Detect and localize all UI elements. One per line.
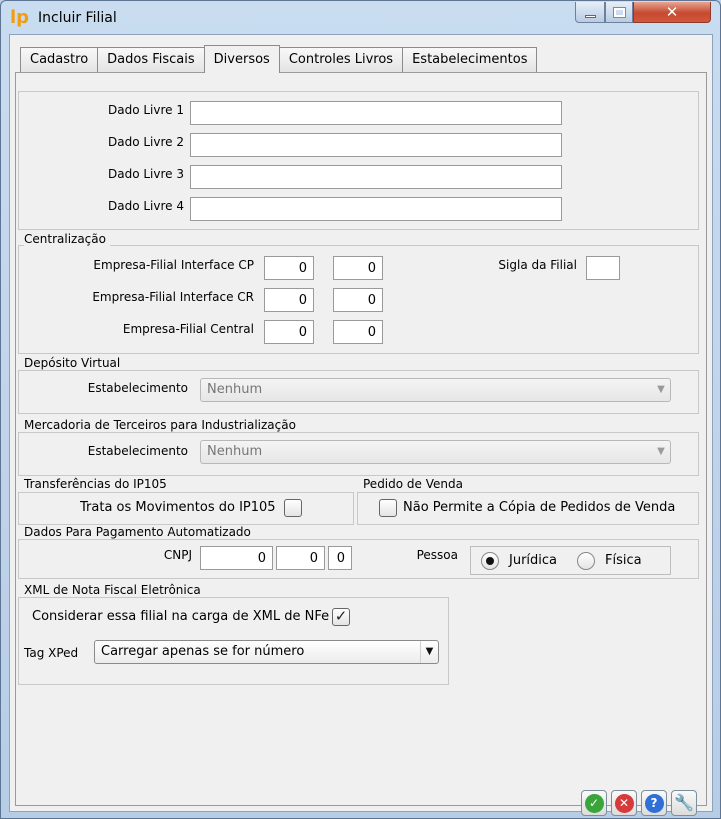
- dado-livre-1-label: Dado Livre 1: [108, 103, 184, 117]
- mercadoria-estabelecimento-select[interactable]: Nenhum ▼: [200, 440, 671, 464]
- mercadoria-estabelecimento-value: Nenhum: [207, 444, 263, 459]
- cancel-icon: ✕: [614, 793, 634, 813]
- close-icon: ✕: [665, 3, 679, 21]
- cnpj-label: CNPJ: [163, 548, 192, 562]
- deposito-estabelecimento-value: Nenhum: [207, 382, 263, 397]
- dado-livre-2-input[interactable]: [190, 133, 562, 157]
- close-button[interactable]: ✕: [633, 2, 711, 23]
- deposito-virtual-legend: Depósito Virtual: [24, 356, 125, 370]
- central-label: Empresa-Filial Central: [122, 322, 254, 336]
- tab-diversos[interactable]: Diversos: [203, 45, 280, 73]
- title-bar[interactable]: lp Incluir Filial ✕: [1, 1, 720, 35]
- pagamento-legend: Dados Para Pagamento Automatizado: [24, 525, 255, 539]
- check-icon: ✓: [584, 793, 604, 813]
- help-icon: ?: [644, 793, 664, 813]
- minimize-icon: [584, 14, 596, 18]
- fisica-radio[interactable]: [577, 552, 595, 570]
- centralizacao-legend: Centralização: [24, 232, 110, 246]
- check-icon: ✓: [334, 607, 348, 625]
- central-empresa-input[interactable]: [264, 320, 314, 344]
- tab-cadastro[interactable]: Cadastro: [20, 47, 99, 73]
- maximize-icon: [612, 6, 626, 18]
- window-title: Incluir Filial: [38, 10, 117, 26]
- help-button[interactable]: ?: [641, 790, 667, 816]
- app-logo-icon: lp: [10, 7, 30, 28]
- cp-filial-input[interactable]: [333, 256, 383, 280]
- cr-empresa-input[interactable]: [264, 288, 314, 312]
- considerar-filial-label: Considerar essa filial na carga de XML d…: [32, 609, 330, 624]
- central-filial-input[interactable]: [333, 320, 383, 344]
- pessoa-label: Pessoa: [416, 548, 458, 562]
- cp-empresa-input[interactable]: [264, 256, 314, 280]
- tag-xped-select[interactable]: Carregar apenas se for número ▼: [94, 640, 439, 664]
- cr-filial-input[interactable]: [333, 288, 383, 312]
- sigla-filial-label: Sigla da Filial: [498, 258, 577, 272]
- dado-livre-3-input[interactable]: [190, 165, 562, 189]
- tools-button[interactable]: 🔧: [671, 790, 697, 816]
- trata-movimentos-checkbox[interactable]: [284, 499, 302, 517]
- cp-label: Empresa-Filial Interface CP: [93, 258, 254, 272]
- deposito-estabelecimento-select[interactable]: Nenhum ▼: [200, 378, 671, 402]
- nao-permite-copia-label: Não Permite a Cópia de Pedidos de Venda: [403, 500, 676, 515]
- minimize-button[interactable]: [575, 2, 605, 23]
- maximize-button[interactable]: [605, 2, 633, 23]
- cancel-button[interactable]: ✕: [611, 790, 637, 816]
- confirm-button[interactable]: ✓: [581, 790, 607, 816]
- tab-dados-fiscais[interactable]: Dados Fiscais: [97, 47, 205, 73]
- dado-livre-1-input[interactable]: [190, 101, 562, 125]
- tab-strip: Cadastro Dados Fiscais Diversos Controle…: [20, 45, 538, 73]
- juridica-label: Jurídica: [509, 553, 558, 568]
- dialog-client-area: Cadastro Dados Fiscais Diversos Controle…: [9, 34, 713, 816]
- sigla-filial-input[interactable]: [586, 256, 620, 280]
- tab-estabelecimentos[interactable]: Estabelecimentos: [402, 47, 538, 73]
- cnpj-digito-input[interactable]: [328, 546, 352, 570]
- dado-livre-3-label: Dado Livre 3: [108, 167, 184, 181]
- tab-panel-diversos: Dado Livre 1 Dado Livre 2 Dado Livre 3 D…: [15, 72, 707, 806]
- considerar-filial-checkbox[interactable]: ✓: [332, 608, 350, 626]
- mercadoria-estabelecimento-label: Estabelecimento: [87, 444, 188, 458]
- juridica-radio[interactable]: [481, 552, 499, 570]
- cr-label: Empresa-Filial Interface CR: [92, 290, 254, 304]
- xml-nfe-legend: XML de Nota Fiscal Eletrônica: [24, 583, 205, 597]
- dado-livre-2-label: Dado Livre 2: [108, 135, 184, 149]
- chevron-down-icon: ▼: [657, 384, 665, 395]
- cnpj-base-input[interactable]: [200, 546, 273, 570]
- trata-movimentos-label: Trata os Movimentos do IP105: [80, 500, 276, 515]
- chevron-down-icon: ▼: [657, 446, 665, 457]
- nao-permite-copia-checkbox[interactable]: [379, 499, 397, 517]
- tag-xped-value: Carregar apenas se for número: [101, 644, 305, 659]
- deposito-estabelecimento-label: Estabelecimento: [87, 381, 188, 395]
- dado-livre-4-input[interactable]: [190, 197, 562, 221]
- dado-livre-4-label: Dado Livre 4: [108, 199, 184, 213]
- chevron-down-icon: ▼: [420, 641, 438, 663]
- wrench-icon: 🔧: [674, 793, 694, 812]
- tab-controles-livros[interactable]: Controles Livros: [278, 47, 404, 73]
- fisica-label: Física: [605, 553, 642, 568]
- mercadoria-terceiros-legend: Mercadoria de Terceiros para Industriali…: [24, 418, 300, 432]
- dialog-window: lp Incluir Filial ✕ Cadastro Dados Fisca…: [0, 0, 721, 819]
- tag-xped-label: Tag XPed: [24, 646, 79, 660]
- pedido-venda-legend: Pedido de Venda: [363, 477, 467, 491]
- cnpj-filial-input[interactable]: [276, 546, 325, 570]
- transferencias-legend: Transferências do IP105: [24, 477, 171, 491]
